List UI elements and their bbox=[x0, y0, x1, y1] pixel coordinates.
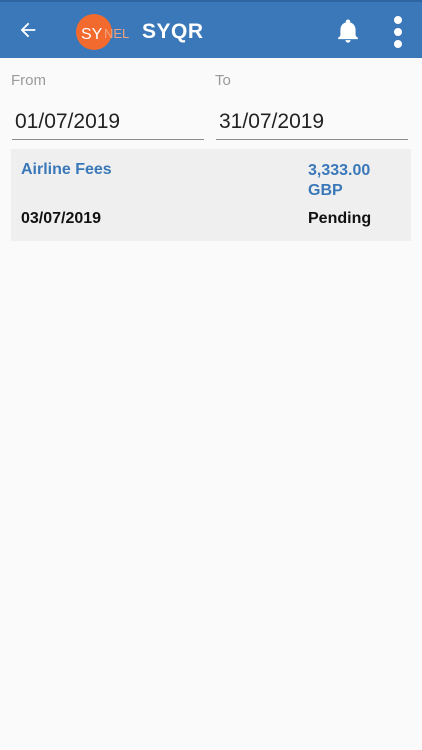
expense-amount-value: 3,333.00 bbox=[308, 162, 371, 179]
logo-text-right: NEL bbox=[104, 26, 129, 41]
from-label: From bbox=[11, 72, 46, 89]
expense-list-item[interactable]: Airline Fees 3,333.00 GBP 03/07/2019 Pen… bbox=[11, 149, 411, 241]
arrow-left-icon bbox=[20, 22, 36, 38]
back-button[interactable] bbox=[14, 16, 42, 44]
to-label: To bbox=[215, 72, 231, 89]
synel-logo: SY NEL bbox=[76, 12, 136, 52]
expense-amount: 3,333.00 GBP bbox=[308, 161, 408, 201]
logo-text-left: SY bbox=[81, 26, 103, 43]
expense-name: Airline Fees bbox=[21, 161, 112, 178]
app-bar: SY NEL SYQR bbox=[0, 0, 422, 58]
expense-status: Pending bbox=[308, 210, 372, 227]
to-date-field[interactable]: 31/07/2019 bbox=[216, 104, 408, 140]
expense-currency: GBP bbox=[308, 182, 343, 199]
notifications-button[interactable] bbox=[334, 17, 362, 45]
expense-date: 03/07/2019 bbox=[21, 210, 102, 227]
bell-icon bbox=[338, 19, 358, 43]
from-date-field[interactable]: 01/07/2019 bbox=[12, 104, 204, 140]
overflow-menu-button[interactable] bbox=[386, 14, 410, 50]
app-title: SYQR bbox=[142, 20, 204, 43]
more-vertical-icon bbox=[394, 16, 402, 48]
